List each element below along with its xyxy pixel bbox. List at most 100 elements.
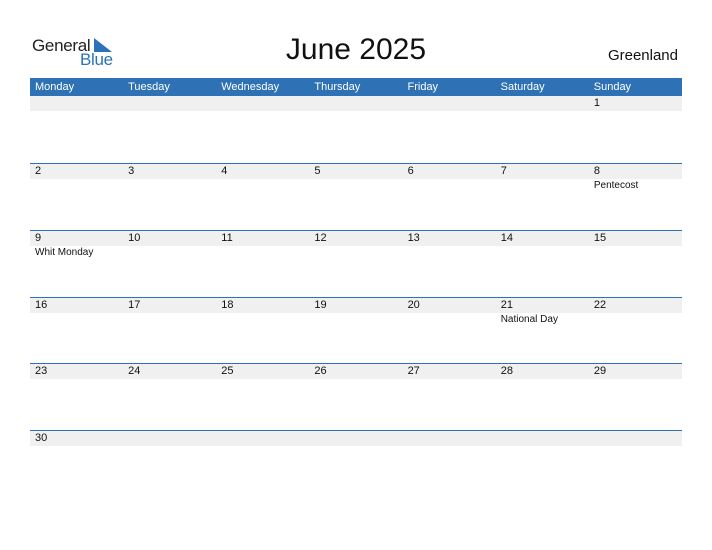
day-cell[interactable] [216, 96, 309, 163]
day-cell[interactable]: 16 [30, 298, 123, 365]
day-cell[interactable]: 6 [403, 164, 496, 231]
week-row: 1 [30, 96, 682, 163]
day-cell[interactable]: 24 [123, 364, 216, 431]
weekday-sunday: Sunday [593, 81, 632, 93]
day-cell[interactable]: 26 [309, 364, 402, 431]
weekday-header: Monday Tuesday Wednesday Thursday Friday… [30, 78, 682, 96]
holiday-label: Pentecost [593, 180, 639, 191]
week-row: 2 3 4 5 6 7 8 Pentecost [30, 163, 682, 231]
weekday-thursday: Thursday [314, 81, 361, 93]
day-number: 20 [407, 299, 420, 311]
country-label: Greenland [607, 47, 678, 64]
page-title: June 2025 [285, 33, 427, 66]
day-number: 2 [35, 165, 42, 177]
day-cell[interactable]: 27 [403, 364, 496, 431]
day-cell[interactable]: 2 [30, 164, 123, 231]
day-number [501, 96, 589, 111]
day-cell[interactable] [309, 96, 402, 163]
day-cell[interactable] [403, 96, 496, 163]
day-cell[interactable]: 14 [496, 231, 589, 298]
weekday-wednesday: Wednesday [221, 81, 280, 93]
day-cell[interactable]: 10 [123, 231, 216, 298]
day-cell[interactable]: 19 [309, 298, 402, 365]
day-number [408, 431, 496, 446]
day-number [128, 431, 216, 446]
day-cell[interactable]: 20 [403, 298, 496, 365]
day-number: 5 [314, 165, 321, 177]
day-number: 11 [221, 232, 233, 244]
day-number: 7 [500, 165, 507, 177]
day-number: 29 [593, 365, 607, 377]
day-number: 14 [500, 232, 513, 244]
day-number: 16 [35, 299, 48, 311]
day-cell[interactable]: 5 [309, 164, 402, 231]
day-cell[interactable]: 25 [216, 364, 309, 431]
day-cell[interactable]: 3 [123, 164, 216, 231]
day-number: 22 [593, 299, 607, 311]
holiday-label: Whit Monday [35, 247, 94, 258]
day-number: 21 [500, 299, 513, 311]
day-cell[interactable]: 7 [496, 164, 589, 231]
day-cell[interactable]: 17 [123, 298, 216, 365]
day-number [314, 431, 402, 446]
day-number: 3 [128, 165, 135, 177]
weekday-friday: Friday [407, 81, 439, 93]
day-cell[interactable]: 13 [403, 231, 496, 298]
day-number: 4 [221, 165, 228, 177]
weekday-saturday: Saturday [500, 81, 545, 93]
week-row: 23 24 25 26 27 28 29 [30, 363, 682, 431]
day-cell[interactable]: 23 [30, 364, 123, 431]
day-number: 6 [407, 165, 414, 177]
day-cell[interactable] [123, 431, 216, 498]
day-cell[interactable]: 18 [216, 298, 309, 365]
day-number: 13 [407, 232, 420, 244]
day-number: 28 [500, 365, 513, 377]
day-number [594, 431, 682, 446]
day-cell[interactable]: 15 [589, 231, 682, 298]
week-row: 30 [30, 430, 682, 498]
day-number: 8 [593, 165, 600, 177]
day-cell[interactable]: 8 Pentecost [589, 164, 682, 231]
day-cell[interactable]: 28 [496, 364, 589, 431]
day-cell[interactable] [496, 96, 589, 163]
week-row: 9 Whit Monday 10 11 12 13 14 15 [30, 230, 682, 298]
day-cell[interactable]: 4 [216, 164, 309, 231]
day-number: 24 [128, 365, 141, 377]
day-cell[interactable] [216, 431, 309, 498]
day-number [408, 96, 496, 111]
day-number [314, 96, 402, 111]
day-cell[interactable]: 22 [589, 298, 682, 365]
day-cell[interactable]: 29 [589, 364, 682, 431]
day-number [35, 96, 123, 111]
day-cell[interactable]: 30 [30, 431, 123, 498]
day-cell[interactable] [403, 431, 496, 498]
day-cell[interactable] [589, 431, 682, 498]
weekday-monday: Monday [35, 81, 75, 93]
day-cell[interactable] [496, 431, 589, 498]
day-number: 9 [35, 232, 42, 244]
day-number: 19 [314, 299, 327, 311]
holiday-label: National Day [500, 314, 558, 325]
day-number: 30 [35, 432, 48, 444]
day-number: 18 [221, 299, 234, 311]
day-cell[interactable]: 11 [216, 231, 309, 298]
day-cell[interactable] [309, 431, 402, 498]
day-number: 27 [407, 365, 420, 377]
day-number: 15 [593, 232, 607, 244]
weekday-tuesday: Tuesday [128, 81, 170, 93]
day-cell[interactable] [123, 96, 216, 163]
day-number [221, 431, 309, 446]
day-cell[interactable]: 9 Whit Monday [30, 231, 123, 298]
day-number [128, 96, 216, 111]
day-cell[interactable] [30, 96, 123, 163]
day-number: 12 [314, 232, 327, 244]
day-number: 1 [593, 97, 600, 109]
day-number: 26 [314, 365, 327, 377]
day-cell[interactable]: 12 [309, 231, 402, 298]
day-number [221, 96, 309, 111]
day-number: 25 [221, 365, 234, 377]
day-cell[interactable]: 21 National Day [496, 298, 589, 365]
day-cell[interactable]: 1 [589, 96, 682, 163]
day-number: 10 [128, 232, 141, 244]
day-number: 17 [128, 299, 141, 311]
